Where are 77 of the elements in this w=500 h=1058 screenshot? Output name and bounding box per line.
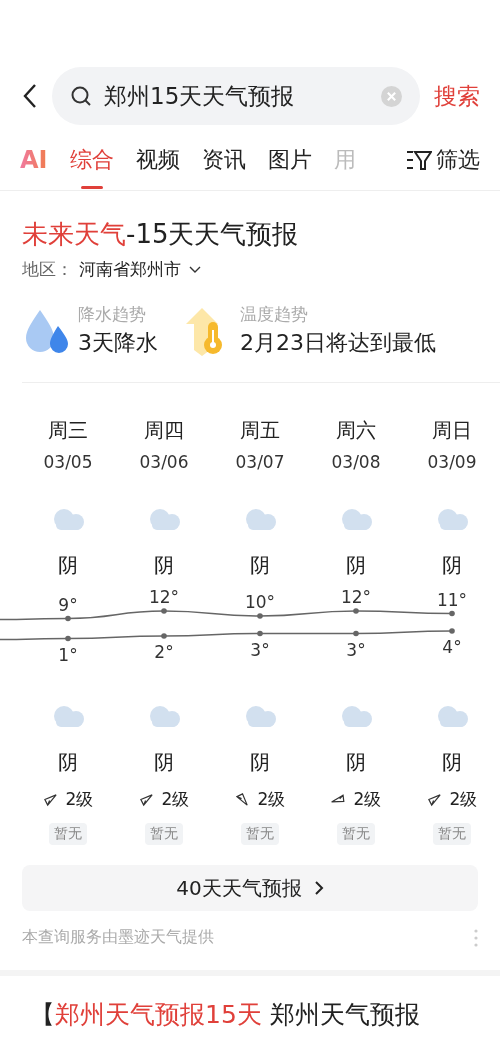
- search-field[interactable]: 郑州15天天气预报: [52, 67, 420, 125]
- weekday: 周五: [240, 417, 280, 444]
- chevron-right-icon: [313, 880, 324, 896]
- wind-level: 2级: [257, 788, 286, 811]
- date: 03/07: [235, 452, 285, 472]
- search-button[interactable]: 搜索: [434, 80, 480, 112]
- low-temperature: 1°: [58, 644, 78, 665]
- wind-direction-icon: [42, 792, 58, 807]
- date: 03/05: [43, 452, 93, 472]
- weather-text: 阴: [154, 552, 174, 579]
- weather-text: 阴: [250, 749, 270, 776]
- weather-text: 阴: [442, 749, 462, 776]
- air-quality-badge: 暂无: [337, 823, 375, 845]
- cloud-icon: [147, 705, 181, 727]
- trend-value: 2月23日将达到最低: [240, 329, 436, 357]
- weekday: 周六: [336, 417, 376, 444]
- weekday: 周日: [432, 417, 472, 444]
- weather-text: 阴: [58, 749, 78, 776]
- cloud-icon: [339, 508, 373, 530]
- card-title: 未来天气-15天天气预报: [22, 218, 300, 251]
- wind-level: 2级: [449, 788, 478, 811]
- cloud-icon: [243, 705, 277, 727]
- wind-level: 2级: [161, 788, 190, 811]
- wind-level: 2级: [353, 788, 382, 811]
- cloud-icon: [435, 508, 469, 530]
- trend-label: 降水趋势: [78, 303, 147, 326]
- tab[interactable]: 资讯: [201, 135, 246, 185]
- air-quality-badge: 暂无: [433, 823, 471, 845]
- weather-text: 阴: [346, 552, 366, 579]
- cloud-icon: [51, 508, 85, 530]
- weather-text: 阴: [250, 552, 270, 579]
- low-temperature: 2°: [154, 642, 174, 662]
- tab[interactable]: 图片: [267, 135, 312, 185]
- filter-icon: [406, 149, 432, 171]
- air-quality-badge: 暂无: [241, 823, 279, 845]
- air-quality-badge: 暂无: [49, 823, 87, 845]
- clear-icon[interactable]: [381, 85, 402, 107]
- weather-text: 阴: [58, 552, 78, 579]
- back-icon[interactable]: [22, 83, 38, 109]
- cloud-icon: [339, 705, 373, 727]
- low-temperature: 4°: [442, 637, 462, 657]
- date: 03/08: [331, 452, 381, 472]
- cloud-icon: [243, 508, 277, 530]
- high-temperature: 11°: [436, 589, 468, 610]
- cloud-icon: [147, 508, 181, 530]
- weather-text: 阴: [346, 749, 366, 776]
- search-query: 郑州15天天气预报: [104, 81, 296, 111]
- cloud-icon: [435, 705, 469, 727]
- wind-direction-icon: [426, 792, 442, 807]
- weekday: 周四: [144, 417, 184, 444]
- chevron-down-icon: [189, 265, 201, 274]
- weekday: 周三: [48, 417, 88, 444]
- search-icon: [70, 85, 92, 107]
- wind-level: 2级: [65, 788, 94, 811]
- weather-text: 阴: [154, 749, 174, 776]
- region-label: 地区：: [22, 258, 73, 281]
- region-dropdown[interactable]: 河南省郑州市: [79, 258, 201, 281]
- forecast-40-day-button[interactable]: 40天天气预报: [22, 865, 478, 911]
- trend-value: 3天降水: [78, 329, 158, 357]
- tab[interactable]: 视频: [135, 135, 180, 185]
- low-temperature: 3°: [346, 639, 366, 660]
- filter-button[interactable]: 筛选: [402, 145, 480, 175]
- high-temperature: 12°: [340, 587, 372, 607]
- low-temperature: 3°: [250, 639, 270, 660]
- cloud-icon: [51, 705, 85, 727]
- high-temperature: 12°: [148, 587, 180, 607]
- wind-direction-icon: [234, 792, 250, 807]
- date: 03/09: [427, 452, 477, 472]
- high-temperature: 10°: [244, 592, 276, 612]
- trend-label: 温度趋势: [240, 303, 309, 326]
- air-quality-badge: 暂无: [145, 823, 183, 845]
- source-note: 本查询服务由墨迹天气提供: [22, 927, 214, 948]
- date: 03/06: [139, 452, 189, 472]
- result-title[interactable]: 【郑州天气预报15天 郑州天气预报: [0, 998, 500, 1031]
- wind-direction-icon: [138, 792, 154, 807]
- weather-text: 阴: [442, 552, 462, 579]
- high-temperature: 9°: [58, 594, 78, 615]
